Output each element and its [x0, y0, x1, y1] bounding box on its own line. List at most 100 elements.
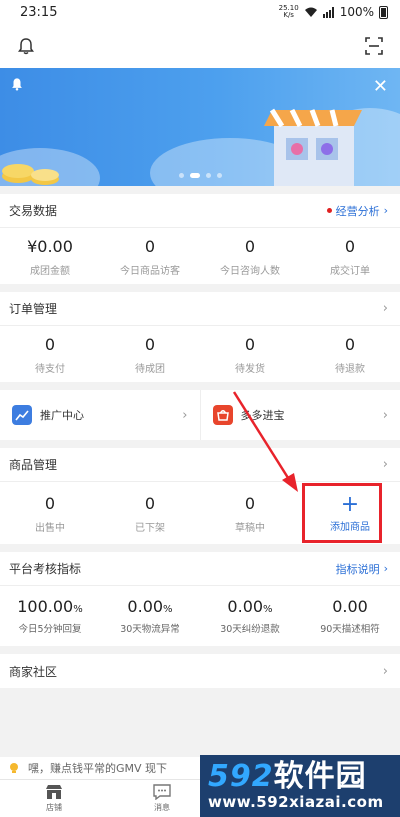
- stat-value: 0: [144, 493, 156, 513]
- metric-number: 0.00: [227, 597, 264, 616]
- stat-label: 待成团: [135, 363, 165, 375]
- chevron-right-icon: ›: [382, 407, 388, 423]
- top-bar: [0, 24, 400, 68]
- stat-visitors[interactable]: 0 今日商品访客: [100, 236, 200, 277]
- metrics-explanation-link[interactable]: 指标说明 ›: [336, 561, 388, 577]
- order-management-section: 订单管理 › 0 待支付 0 待成团 0 待发货 0 待退款: [0, 292, 400, 382]
- merchant-community-header[interactable]: 商家社区 ›: [0, 654, 400, 688]
- promo-banner[interactable]: ✕: [0, 68, 400, 186]
- business-analysis-link[interactable]: 经营分析 ›: [326, 203, 388, 219]
- carousel-dot-active[interactable]: [189, 173, 200, 178]
- chart-icon: [12, 405, 32, 425]
- banner-close-icon[interactable]: ✕: [373, 76, 388, 97]
- tab-messages-label: 消息: [154, 803, 170, 812]
- add-product-button[interactable]: + 添加商品: [300, 482, 400, 544]
- metric-unit: %: [163, 604, 173, 615]
- metric-label: 90天描述相符: [320, 624, 380, 635]
- stat-value: 0: [144, 334, 156, 354]
- watermark-brand-text: 软件园: [273, 759, 367, 794]
- red-dot-icon: [326, 208, 332, 213]
- platform-metrics-title: 平台考核指标: [9, 562, 82, 576]
- chevron-right-icon: ›: [382, 301, 388, 316]
- stat-value: 0: [244, 493, 256, 513]
- order-pending-refund[interactable]: 0 待退款: [300, 334, 400, 375]
- store-icon: [46, 785, 62, 799]
- stat-orders[interactable]: 0 成交订单: [300, 236, 400, 277]
- chevron-right-icon: ›: [383, 204, 388, 217]
- wifi-icon: [304, 7, 317, 17]
- stat-label: 出售中: [35, 522, 65, 534]
- metric-unit: %: [263, 604, 273, 615]
- site-watermark: 592软件园 www.592xiazai.com: [200, 755, 400, 817]
- goods-stats: 0 出售中 0 已下架 0 草稿中 + 添加商品: [0, 482, 400, 544]
- stat-label: 待支付: [35, 363, 65, 375]
- metric-value: 0.00: [300, 597, 400, 616]
- tab-store[interactable]: 店铺: [0, 780, 108, 817]
- duoduo-jinbao-entry[interactable]: 多多进宝 ›: [199, 390, 400, 440]
- battery-icon: [379, 5, 388, 19]
- order-pending-group[interactable]: 0 待成团: [100, 334, 200, 375]
- order-pending-shipment[interactable]: 0 待发货: [200, 334, 300, 375]
- stat-value: 0: [44, 334, 56, 354]
- platform-metrics-header: 平台考核指标 指标说明 ›: [0, 552, 400, 586]
- order-pending-payment[interactable]: 0 待支付: [0, 334, 100, 375]
- notice-text: 嘿，赚点钱平常的GMV 现下: [28, 762, 168, 775]
- banner-bell-icon: [10, 76, 24, 95]
- stat-value: 0: [344, 236, 356, 256]
- order-management-header[interactable]: 订单管理 ›: [0, 292, 400, 326]
- stat-label: 草稿中: [235, 522, 265, 534]
- duoduo-jinbao-label: 多多进宝: [240, 409, 285, 422]
- stat-inquiries[interactable]: 0 今日咨询人数: [200, 236, 300, 277]
- watermark-brand: 592软件园: [208, 761, 400, 793]
- watermark-url: www.592xiazai.com: [208, 793, 384, 811]
- metric-number: 100.00: [17, 597, 74, 616]
- stat-value: 0: [44, 493, 56, 513]
- signal-icon: [322, 6, 334, 18]
- promotion-center-label: 推广中心: [40, 409, 84, 422]
- metric-number: 0.00: [127, 597, 164, 616]
- notification-bell-icon[interactable]: [14, 34, 38, 58]
- metric-dispute-refund[interactable]: 0.00% 30天纠纷退款: [200, 597, 300, 635]
- stat-value: 0: [244, 334, 256, 354]
- metric-description-match[interactable]: 0.00 90天描述相符: [300, 597, 400, 635]
- goods-management-section: 商品管理 › 0 出售中 0 已下架 0 草稿中 + 添加商品: [0, 448, 400, 544]
- metric-label: 今日5分钟回复: [18, 624, 82, 635]
- net-speed: 25.10 K/s: [279, 5, 299, 19]
- scan-icon[interactable]: [362, 34, 386, 58]
- merchant-community-title: 商家社区: [9, 664, 58, 679]
- merchant-community-section: 商家社区 ›: [0, 654, 400, 688]
- carousel-dot[interactable]: [178, 173, 184, 178]
- metric-number: 0.00: [332, 597, 368, 616]
- promotion-center-entry[interactable]: 推广中心 ›: [0, 390, 200, 440]
- goods-management-header[interactable]: 商品管理 ›: [0, 448, 400, 482]
- stat-value: 0: [244, 236, 256, 256]
- metric-value: 0.00%: [200, 597, 300, 616]
- watermark-brand-number: 592: [208, 759, 274, 794]
- order-management-title: 订单管理: [9, 302, 58, 316]
- order-stats: 0 待支付 0 待成团 0 待发货 0 待退款: [0, 326, 400, 382]
- status-icons: 25.10 K/s 100%: [279, 5, 388, 19]
- stat-group-amount[interactable]: ¥0.00 成团金额: [0, 236, 100, 277]
- carousel-dots: [0, 173, 400, 178]
- chevron-right-icon: ›: [382, 663, 388, 679]
- trade-data-header: 交易数据 经营分析 ›: [0, 194, 400, 228]
- message-icon: [153, 784, 171, 800]
- metric-reply-rate[interactable]: 100.00% 今日5分钟回复: [0, 597, 100, 635]
- battery-text: 100%: [339, 5, 374, 19]
- goods-on-sale[interactable]: 0 出售中: [0, 493, 100, 534]
- metric-logistics[interactable]: 0.00% 30天物流异常: [100, 597, 200, 635]
- tab-store-label: 店铺: [46, 803, 62, 812]
- carousel-dot[interactable]: [216, 173, 222, 178]
- stat-label: 已下架: [135, 522, 165, 534]
- metric-value: 100.00%: [0, 597, 100, 616]
- goods-drafts[interactable]: 0 草稿中: [200, 493, 300, 534]
- carousel-dot[interactable]: [205, 173, 211, 178]
- platform-metrics-section: 平台考核指标 指标说明 › 100.00% 今日5分钟回复 0.00% 30天物流异…: [0, 552, 400, 646]
- goods-delisted[interactable]: 0 已下架: [100, 493, 200, 534]
- highlight-frame: [302, 483, 382, 543]
- lightbulb-icon: [10, 763, 18, 773]
- stat-label: 成团金额: [30, 265, 70, 277]
- net-speed-unit: K/s: [283, 11, 294, 19]
- stat-label: 成交订单: [330, 265, 370, 277]
- stat-value: 0: [144, 236, 156, 256]
